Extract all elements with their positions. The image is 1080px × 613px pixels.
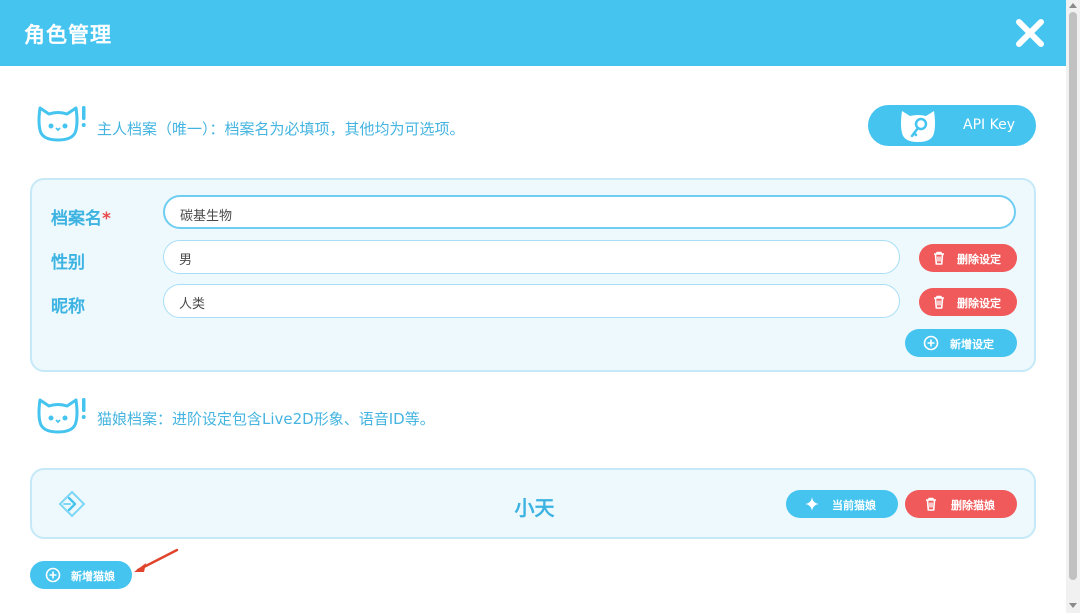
current-catgirl-button[interactable]: 当前猫娘 — [786, 490, 898, 518]
delete-gender-setting-label: 删除设定 — [957, 253, 1001, 266]
catgirl-profile-notice: 猫娘档案：进阶设定包含Live2D形象、语音ID等。 — [97, 410, 435, 428]
profile-name-label: 档案名* — [51, 204, 111, 229]
owner-profile-panel: 档案名* 碳基生物 性别 男 删除设定 昵称 人类 删除设定 新增设定 — [30, 178, 1036, 372]
api-key-button[interactable]: API Key — [868, 105, 1036, 146]
scroll-up-arrow-icon[interactable] — [1069, 3, 1077, 8]
catgirl-card[interactable]: 小天 当前猫娘 删除猫娘 — [30, 468, 1036, 539]
gender-value: 男 — [179, 253, 193, 268]
delete-nickname-setting-button[interactable]: 删除设定 — [919, 288, 1017, 316]
trash-icon — [926, 497, 936, 511]
profile-name-value: 碳基生物 — [180, 209, 233, 224]
plus-circle-icon — [923, 335, 939, 351]
delete-gender-setting-button[interactable]: 删除设定 — [919, 244, 1017, 272]
trash-icon — [934, 251, 944, 265]
current-catgirl-label: 当前猫娘 — [832, 499, 876, 512]
nickname-input[interactable]: 人类 — [163, 284, 900, 318]
scroll-down-arrow-icon[interactable] — [1069, 603, 1077, 608]
delete-catgirl-label: 删除猫娘 — [951, 499, 995, 512]
title-bar: 角色管理 — [0, 0, 1066, 66]
add-catgirl-label: 新增猫娘 — [71, 570, 115, 583]
plus-circle-icon — [45, 567, 61, 583]
required-mark: * — [102, 209, 111, 229]
close-icon — [1016, 19, 1044, 47]
delete-nickname-setting-label: 删除设定 — [957, 297, 1001, 310]
close-button[interactable] — [1014, 17, 1046, 49]
profile-name-label-text: 档案名 — [51, 209, 102, 229]
add-setting-label: 新增设定 — [950, 338, 994, 351]
gender-input[interactable]: 男 — [163, 240, 900, 274]
profile-name-input[interactable]: 碳基生物 — [163, 195, 1016, 229]
api-key-label: API Key — [963, 117, 1015, 133]
trash-icon — [934, 295, 944, 309]
role-management-window: 角色管理 主人档案（唯一）：档案名为必填项，其他均为可选项。 API Key 档… — [0, 0, 1080, 613]
add-setting-button[interactable]: 新增设定 — [905, 329, 1017, 357]
cat-logo-icon — [36, 396, 86, 436]
window-title: 角色管理 — [24, 23, 112, 47]
annotation-arrow-icon — [134, 548, 179, 572]
gender-label: 性别 — [51, 253, 85, 273]
scrollbar[interactable] — [1066, 0, 1080, 613]
cat-logo-icon — [36, 104, 86, 144]
sparkle-icon — [805, 497, 819, 511]
key-icon — [898, 105, 942, 146]
delete-catgirl-button[interactable]: 删除猫娘 — [905, 490, 1017, 518]
add-catgirl-button[interactable]: 新增猫娘 — [30, 561, 132, 589]
owner-profile-notice: 主人档案（唯一）：档案名为必填项，其他均为可选项。 — [97, 120, 465, 138]
scrollbar-thumb[interactable] — [1069, 12, 1077, 580]
nickname-value: 人类 — [179, 297, 206, 312]
nickname-label: 昵称 — [51, 297, 85, 317]
